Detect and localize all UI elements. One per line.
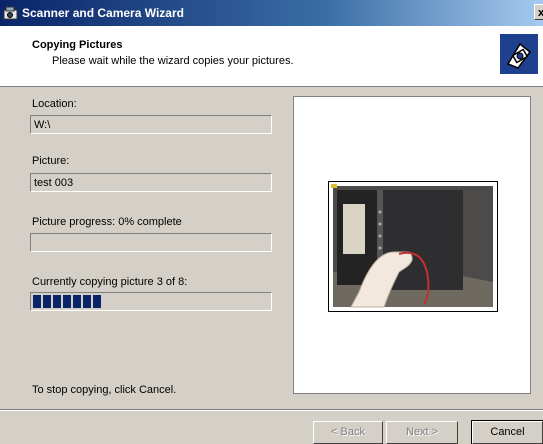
progress-block — [83, 295, 91, 308]
stop-hint: To stop copying, click Cancel. — [32, 384, 177, 396]
progress-block — [63, 295, 71, 308]
picture-label: Picture: — [32, 155, 70, 167]
close-button[interactable]: x — [534, 4, 543, 20]
page-subtitle: Please wait while the wizard copies your… — [52, 55, 294, 67]
overall-progress-fill — [33, 295, 103, 308]
window-title: Scanner and Camera Wizard — [22, 6, 184, 20]
camera-wizard-icon — [500, 34, 538, 74]
location-field: W:\ — [30, 115, 272, 134]
next-button[interactable]: Next > — [386, 421, 458, 444]
progress-block — [93, 295, 101, 308]
picture-progress-label: Picture progress: 0% complete — [32, 216, 182, 228]
title-bar: Scanner and Camera Wizard x — [0, 0, 543, 26]
picture-field: test 003 — [30, 173, 272, 192]
footer-divider — [0, 409, 543, 411]
scanner-camera-icon — [3, 6, 18, 20]
picture-progress-bar — [30, 233, 272, 252]
overall-progress-bar — [30, 292, 272, 311]
progress-block — [43, 295, 51, 308]
page-title: Copying Pictures — [32, 39, 123, 51]
progress-block — [33, 295, 41, 308]
progress-block — [53, 295, 61, 308]
cancel-button[interactable]: Cancel — [471, 420, 543, 444]
progress-block — [73, 295, 81, 308]
back-button[interactable]: < Back — [313, 421, 383, 444]
location-label: Location: — [32, 98, 77, 110]
photo-image — [331, 184, 493, 308]
overall-progress-label: Currently copying picture 3 of 8: — [32, 276, 188, 288]
wizard-header: Copying Pictures Please wait while the w… — [0, 26, 543, 87]
picture-thumbnail — [328, 181, 498, 312]
